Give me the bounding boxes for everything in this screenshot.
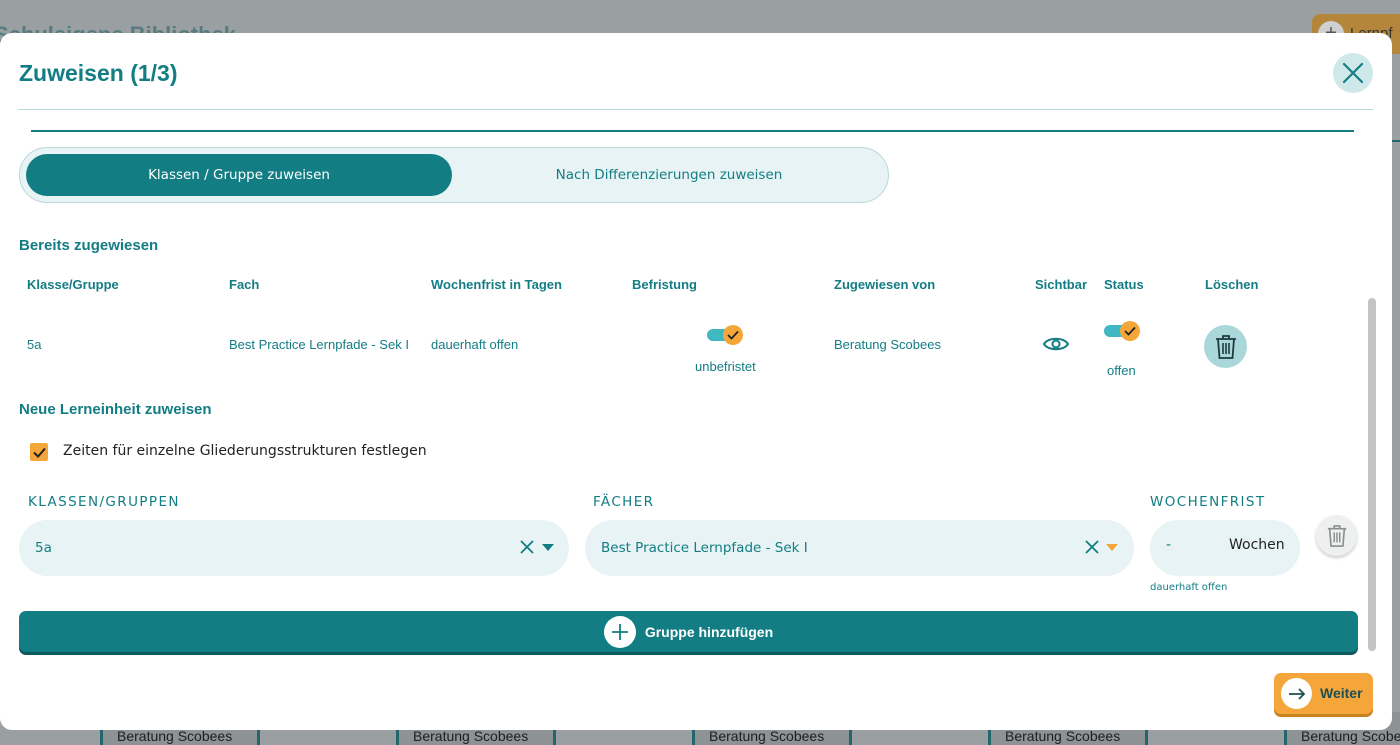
trash-icon [1215,334,1236,359]
assign-modal: Zuweisen (1/3) Klassen / Gruppe zuweisen… [0,33,1392,730]
card-author: Beratung Scobees [117,728,233,744]
assigned-section-title: Bereits zugewiesen [19,237,159,254]
column-header-class: Klasse/Gruppe [27,277,119,292]
column-header-visible: Sichtbar [1035,277,1088,292]
structure-times-label: Zeiten für einzelne Gliederungsstrukture… [63,443,427,459]
subjects-select[interactable]: Best Practice Lernpfade - Sek I [585,520,1134,576]
card-author: Beratung Scobees [413,728,529,744]
cell-assigned-by: Beratung Scobees [834,337,941,352]
check-icon [727,330,739,340]
limitation-toggle[interactable] [707,325,743,345]
delete-assignment-button[interactable] [1204,325,1247,368]
column-header-assigned-by: Zugewiesen von [834,277,936,292]
scrollbar[interactable] [1368,298,1376,651]
column-header-delete: Löschen [1205,277,1259,292]
clear-icon[interactable] [519,539,535,555]
eye-icon[interactable] [1043,335,1069,353]
cell-class: 5a [27,337,42,352]
deadline-hint: dauerhaft offen [1150,582,1228,593]
assign-mode-tabs: Klassen / Gruppe zuweisen Nach Differenz… [19,147,889,203]
deadline-field-label: WOCHENFRIST [1150,494,1266,510]
structure-times-checkbox[interactable] [30,443,48,461]
card-author: Beratung Scobees [709,728,825,744]
deadline-weeks-input[interactable]: - Wochen [1150,520,1300,576]
column-header-subject: Fach [229,277,260,292]
next-button-label: Weiter [1320,685,1363,701]
status-toggle[interactable] [1104,321,1140,341]
cell-subject: Best Practice Lernpfade - Sek I [229,337,409,352]
trash-icon [1327,524,1346,547]
classes-select[interactable]: 5a [19,520,569,576]
remove-group-button[interactable] [1316,515,1357,556]
subjects-select-value: Best Practice Lernpfade - Sek I [601,540,808,556]
chevron-down-icon[interactable] [1106,544,1118,551]
next-button[interactable]: Weiter [1274,673,1373,714]
content-divider [31,130,1354,132]
limitation-label: unbefristet [695,359,756,374]
add-group-button[interactable]: Gruppe hinzufügen [19,611,1358,652]
status-label: offen [1107,363,1136,378]
column-header-status: Status [1104,277,1144,292]
check-icon [1124,326,1136,336]
column-header-limitation: Befristung [632,277,697,292]
clear-icon[interactable] [1084,539,1100,555]
tab-classes-groups[interactable]: Klassen / Gruppe zuweisen [26,154,452,196]
column-header-deadline: Wochenfrist in Tagen [431,277,562,292]
chevron-down-icon[interactable] [542,544,554,551]
close-button[interactable] [1333,53,1373,93]
classes-select-value: 5a [35,540,52,556]
subjects-field-label: FÄCHER [593,494,655,510]
arrow-right-icon [1281,678,1312,709]
classes-field-label: KLASSEN/GRUPPEN [28,494,180,510]
new-assignment-title: Neue Lerneinheit zuweisen [19,401,212,418]
modal-header: Zuweisen (1/3) [18,33,1373,110]
deadline-weeks-value: - [1166,537,1172,553]
modal-title: Zuweisen (1/3) [19,60,178,86]
tab-differentiations[interactable]: Nach Differenzierungen zuweisen [454,154,884,196]
card-author: Beratung Scobe [1301,728,1400,744]
plus-icon [603,615,636,648]
card-author: Beratung Scobees [1005,728,1121,744]
add-group-label: Gruppe hinzufügen [644,623,774,640]
check-icon [32,447,46,458]
close-icon [1342,62,1364,84]
deadline-weeks-unit: Wochen [1229,537,1285,553]
cell-deadline: dauerhaft offen [431,337,519,352]
